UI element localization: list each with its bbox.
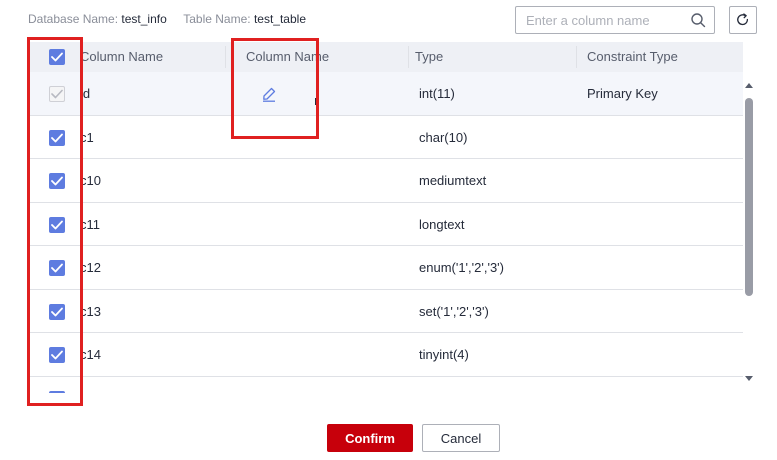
column-search bbox=[515, 6, 715, 34]
table-row: c1 char(10) bbox=[28, 115, 743, 159]
row-checkbox[interactable] bbox=[49, 390, 65, 393]
table-row: c11 longtext bbox=[28, 202, 743, 246]
scroll-down-arrow[interactable] bbox=[743, 374, 755, 384]
db-name-value: test_info bbox=[121, 12, 167, 26]
column-name-cell: c13 bbox=[80, 303, 101, 319]
column-name-cell: c14 bbox=[80, 347, 101, 362]
refresh-icon bbox=[737, 13, 749, 26]
table-name-value: test_table bbox=[253, 12, 306, 26]
header-column-name: Column Name bbox=[80, 49, 164, 64]
row-checkbox[interactable] bbox=[49, 347, 65, 363]
column-name-cell: c11 bbox=[80, 216, 100, 232]
column-name-cell: id bbox=[80, 86, 91, 101]
check-icon bbox=[51, 307, 63, 316]
edit-icon[interactable] bbox=[261, 86, 277, 102]
type-cell: set('1','2','3') bbox=[419, 303, 489, 319]
confirm-button[interactable]: Confirm bbox=[327, 424, 413, 452]
header-constraint-type: Constraint Type bbox=[587, 49, 678, 64]
table-row: c13 set('1','2','3') bbox=[28, 289, 743, 333]
table-row: c10 mediumtext bbox=[28, 159, 743, 203]
table-row: c12 enum('1','2','3') bbox=[28, 246, 743, 290]
check-icon bbox=[51, 176, 63, 186]
type-cell: char(10) bbox=[419, 129, 468, 145]
table-row: c15 smallint(6) bbox=[28, 376, 743, 394]
table-row: c14 tinyint(4) bbox=[28, 333, 743, 377]
type-cell: longtext bbox=[419, 216, 465, 232]
cancel-button[interactable]: Cancel bbox=[422, 424, 500, 452]
column-name-cell: c12 bbox=[80, 260, 101, 275]
check-icon bbox=[51, 89, 63, 99]
type-cell: mediumtext bbox=[419, 173, 487, 188]
columns-table: Column Name Column Name Type Constraint … bbox=[28, 42, 743, 393]
check-icon bbox=[51, 263, 63, 273]
select-all-checkbox[interactable] bbox=[49, 49, 65, 65]
row-checkbox[interactable] bbox=[49, 260, 65, 276]
type-cell: int(11) bbox=[419, 86, 455, 101]
row-checkbox[interactable] bbox=[49, 173, 65, 189]
type-cell: smallint(6) bbox=[419, 377, 479, 394]
search-input[interactable] bbox=[516, 7, 682, 33]
column-name-cell: c1 bbox=[80, 129, 94, 145]
db-name-label: Database Name: bbox=[28, 12, 119, 26]
check-icon bbox=[51, 350, 63, 360]
column-name-cell: c10 bbox=[80, 173, 101, 188]
constraint-cell: Primary Key bbox=[587, 86, 658, 101]
table-name-label: Table Name: bbox=[183, 12, 251, 26]
table-info: Database Name: test_info Table Name: tes… bbox=[28, 12, 306, 26]
type-cell: enum('1','2','3') bbox=[419, 260, 504, 275]
search-icon[interactable] bbox=[690, 12, 706, 28]
table-header: Column Name Column Name Type Constraint … bbox=[28, 42, 743, 72]
text-cursor bbox=[315, 98, 316, 105]
row-checkbox[interactable] bbox=[49, 129, 65, 146]
check-icon bbox=[51, 52, 63, 62]
row-checkbox[interactable] bbox=[49, 303, 65, 320]
type-cell: tinyint(4) bbox=[419, 347, 469, 362]
scroll-up-arrow[interactable] bbox=[743, 80, 755, 90]
scrollbar-thumb[interactable] bbox=[745, 98, 753, 296]
refresh-button[interactable] bbox=[729, 6, 757, 34]
check-icon bbox=[51, 133, 63, 142]
check-icon bbox=[51, 220, 63, 229]
column-name-cell: c15 bbox=[80, 377, 101, 394]
header-type: Type bbox=[415, 49, 444, 64]
row-checkbox[interactable] bbox=[49, 216, 65, 233]
table-row: id int(11) Primary Key bbox=[28, 72, 743, 116]
header-column-name-alias: Column Name bbox=[246, 49, 330, 64]
row-checkbox bbox=[49, 86, 65, 102]
